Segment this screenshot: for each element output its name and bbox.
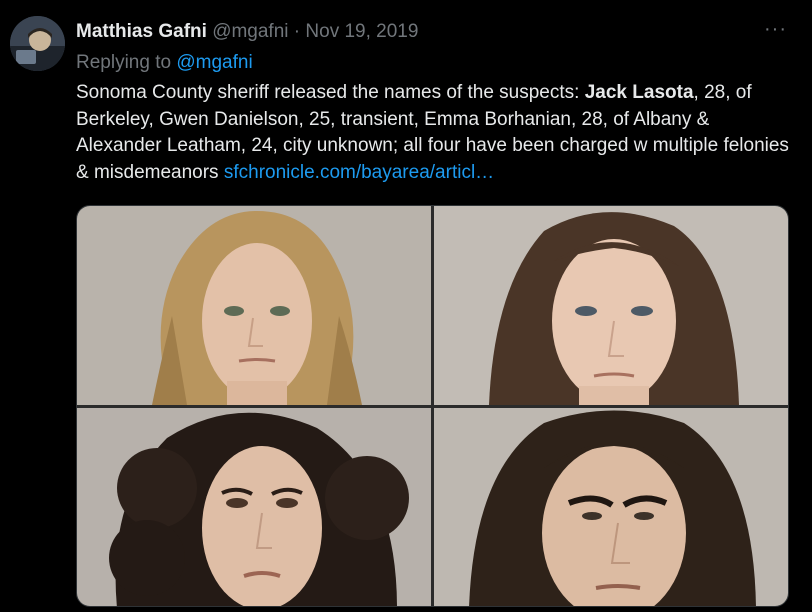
mugshot-photo-3[interactable] xyxy=(77,408,431,606)
tweet-text: Sonoma County sheriff released the names… xyxy=(76,80,796,186)
mugshot-photo-2[interactable] xyxy=(434,206,788,405)
separator-dot: · xyxy=(293,21,301,42)
more-horizontal-icon[interactable]: ··· xyxy=(764,19,787,39)
author-avatar[interactable] xyxy=(10,16,65,71)
article-link[interactable]: sfchronicle.com/bayarea/articl… xyxy=(224,162,494,183)
mugshot-photo-4[interactable] xyxy=(434,408,788,606)
tweet-header: Matthias Gafni @mgafni · Nov 19, 2019 xyxy=(76,20,418,44)
tweet-date[interactable]: Nov 19, 2019 xyxy=(305,21,418,42)
replying-to-line: Replying to @mgafni xyxy=(76,51,253,75)
tweet-text-part1: Sonoma County sheriff released the names… xyxy=(76,82,585,103)
replying-prefix: Replying to xyxy=(76,52,177,73)
media-grid xyxy=(76,205,789,607)
replying-handle-link[interactable]: @mgafni xyxy=(176,52,252,73)
mugshot-photo-1[interactable] xyxy=(77,206,431,405)
tweet-text-bold: Jack Lasota xyxy=(584,82,694,103)
author-handle[interactable]: @mgafni xyxy=(212,21,288,42)
author-name[interactable]: Matthias Gafni xyxy=(76,21,207,42)
